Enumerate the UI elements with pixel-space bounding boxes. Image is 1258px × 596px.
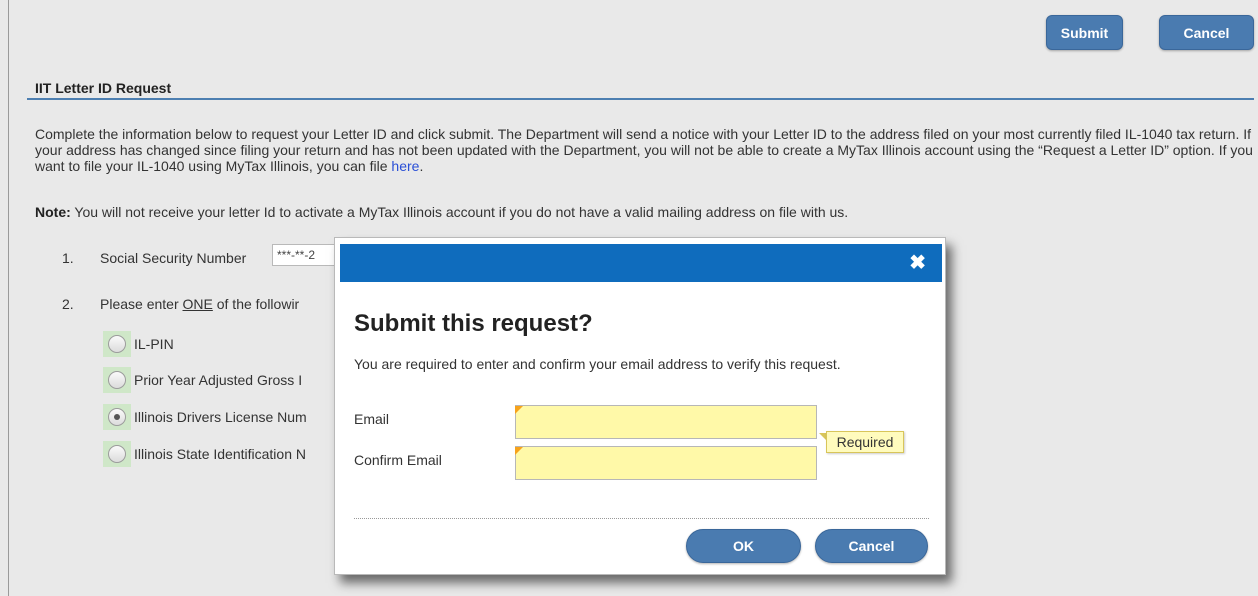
- dialog-title: Submit this request?: [354, 310, 593, 337]
- submit-request-dialog: ✖ Submit this request? You are required …: [334, 237, 946, 575]
- required-tooltip: Required: [826, 431, 904, 453]
- option-label: Illinois Drivers License Num: [134, 409, 307, 425]
- note-text: You will not receive your letter Id to a…: [70, 204, 849, 220]
- step-2-text-one: ONE: [182, 296, 213, 312]
- radio-highlight: [103, 367, 131, 393]
- note-label: Note:: [35, 204, 71, 220]
- step-2-text-after: of the followir: [212, 296, 300, 312]
- dialog-cancel-button[interactable]: Cancel: [815, 529, 928, 563]
- email-label: Email: [354, 411, 390, 427]
- radio-highlight: [103, 331, 131, 357]
- file-here-link[interactable]: here: [391, 158, 419, 174]
- required-flag-icon: [515, 406, 523, 414]
- radio-button[interactable]: [108, 445, 126, 463]
- option-state-id[interactable]: Illinois State Identification N: [103, 441, 306, 467]
- option-label: Illinois State Identification N: [134, 446, 306, 462]
- submit-button[interactable]: Submit: [1046, 15, 1123, 50]
- close-icon[interactable]: ✖: [909, 252, 926, 274]
- option-drivers-license[interactable]: Illinois Drivers License Num: [103, 404, 307, 430]
- required-flag-icon: [515, 447, 523, 455]
- step-2-text-before: Please enter: [100, 296, 183, 312]
- confirm-email-label: Confirm Email: [354, 452, 442, 468]
- intro-text: Complete the information below to reques…: [35, 126, 1253, 174]
- option-label: Prior Year Adjusted Gross I: [134, 372, 303, 388]
- section-title: IIT Letter ID Request: [35, 80, 172, 96]
- note: Note: You will not receive your letter I…: [35, 204, 848, 220]
- intro-paragraph: Complete the information below to reques…: [35, 126, 1258, 174]
- ok-button[interactable]: OK: [686, 529, 801, 563]
- section-divider: [27, 98, 1254, 100]
- radio-highlight: [103, 441, 131, 467]
- radio-button-selected[interactable]: [108, 408, 126, 426]
- radio-button[interactable]: [108, 335, 126, 353]
- ssn-label: Social Security Number: [100, 250, 247, 266]
- dialog-description: You are required to enter and confirm yo…: [354, 356, 841, 372]
- dialog-header: ✖: [340, 244, 942, 282]
- step-number-1: 1.: [62, 250, 74, 266]
- radio-highlight: [103, 404, 131, 430]
- step-2-text: Please enter ONE of the followir: [100, 296, 299, 312]
- option-il-pin[interactable]: IL-PIN: [103, 331, 174, 357]
- dialog-divider: [354, 518, 929, 519]
- radio-selected-dot: [114, 414, 120, 420]
- email-field[interactable]: [515, 405, 817, 439]
- intro-end: .: [419, 158, 424, 174]
- radio-button[interactable]: [108, 371, 126, 389]
- step-number-2: 2.: [62, 296, 74, 312]
- cancel-button[interactable]: Cancel: [1159, 15, 1254, 50]
- confirm-email-field[interactable]: [515, 446, 817, 480]
- option-prior-year-agi[interactable]: Prior Year Adjusted Gross I: [103, 367, 302, 393]
- option-label: IL-PIN: [134, 336, 174, 352]
